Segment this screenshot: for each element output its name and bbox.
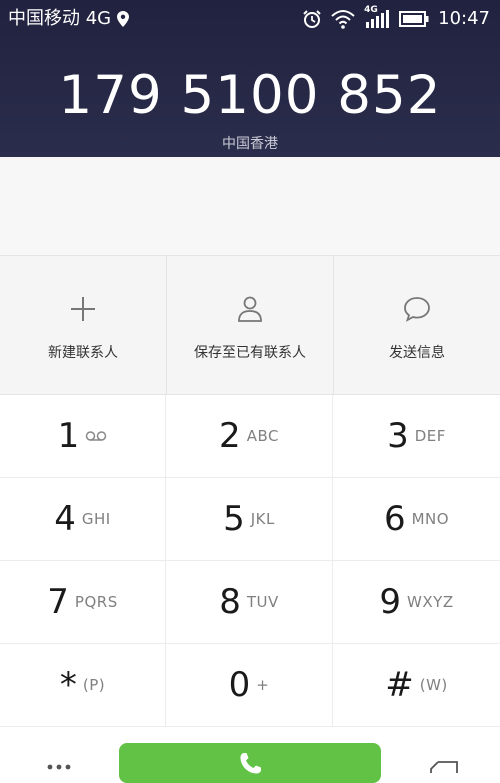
key-7[interactable]: 7 PQRS	[0, 561, 166, 644]
key-letters: GHI	[81, 510, 111, 528]
key-digit: 3	[387, 416, 409, 456]
save-to-existing-contact-button[interactable]: 保存至已有联系人	[167, 256, 334, 394]
key-letters: ABC	[246, 427, 279, 445]
dial-keypad: 1 2 ABC 3 DEF 4 GHI 5 JKL 6 MNO 7 PQRS 8…	[0, 395, 500, 727]
person-icon	[238, 296, 262, 322]
signal-bars-icon	[366, 10, 390, 28]
bottom-bar	[0, 727, 500, 783]
voicemail-icon	[86, 431, 107, 441]
cellular-signal: 4G	[364, 5, 390, 30]
send-message-button[interactable]: 发送信息	[334, 256, 500, 394]
key-5[interactable]: 5 JKL	[166, 478, 333, 561]
dialed-number: 179 5100 852	[58, 65, 442, 126]
key-digit: 5	[223, 499, 245, 539]
backspace-icon[interactable]	[430, 761, 458, 773]
new-contact-button[interactable]: 新建联系人	[0, 256, 167, 394]
save-to-existing-label: 保存至已有联系人	[194, 345, 306, 361]
carrier-label: 中国移动 4G	[8, 8, 112, 29]
location-pin-icon	[117, 11, 130, 27]
alarm-clock-icon	[303, 10, 321, 28]
send-message-label: 发送信息	[389, 345, 445, 361]
key-digit: 0	[228, 665, 251, 705]
key-digit: 9	[379, 582, 402, 622]
dialer-header: 中国移动 4G 4G 10:47 179 5100 852 中国香港	[0, 0, 500, 157]
key-6[interactable]: 6 MNO	[333, 478, 500, 561]
action-row: 新建联系人 保存至已有联系人 发送信息	[0, 255, 500, 395]
message-bubble-icon	[404, 297, 430, 322]
key-8[interactable]: 8 TUV	[166, 561, 333, 644]
key-letters: (P)	[82, 676, 106, 694]
key-digit: 4	[54, 499, 76, 539]
key-digit: #	[385, 665, 414, 705]
plus-icon	[71, 297, 95, 321]
key-letters: WXYZ	[407, 593, 454, 611]
key-letters: JKL	[250, 510, 275, 528]
battery-icon	[399, 11, 429, 27]
key-1[interactable]: 1	[0, 395, 166, 478]
key-0[interactable]: 0 +	[166, 644, 333, 727]
key-hash[interactable]: # (W)	[333, 644, 500, 727]
key-letters: (W)	[419, 676, 448, 694]
key-letters: MNO	[411, 510, 450, 528]
key-letters: DEF	[414, 427, 446, 445]
key-3[interactable]: 3 DEF	[333, 395, 500, 478]
key-9[interactable]: 9 WXYZ	[333, 561, 500, 644]
key-star[interactable]: * (P)	[0, 644, 166, 727]
key-2[interactable]: 2 ABC	[166, 395, 333, 478]
clock-time: 10:47	[438, 8, 490, 29]
status-bar: 中国移动 4G 4G 10:47	[0, 0, 500, 38]
key-4[interactable]: 4 GHI	[0, 478, 166, 561]
new-contact-label: 新建联系人	[48, 345, 118, 361]
key-digit: 6	[383, 499, 406, 539]
key-digit: 2	[219, 416, 241, 456]
carrier-info: 中国移动 4G	[8, 8, 130, 30]
key-digit: 8	[219, 582, 241, 622]
key-letters: TUV	[246, 593, 279, 611]
key-digit: 1	[57, 416, 80, 456]
more-options-icon[interactable]	[47, 764, 71, 770]
key-digit: *	[59, 665, 77, 705]
key-digit: 7	[47, 582, 69, 622]
phone-handset-icon	[240, 753, 261, 774]
status-icons: 4G 10:47	[302, 5, 490, 31]
suggestion-area	[0, 157, 500, 255]
number-region: 中国香港	[222, 136, 278, 152]
wifi-icon	[331, 10, 355, 29]
key-letters: +	[256, 676, 270, 694]
key-letters: PQRS	[74, 593, 118, 611]
call-button[interactable]	[119, 743, 381, 783]
